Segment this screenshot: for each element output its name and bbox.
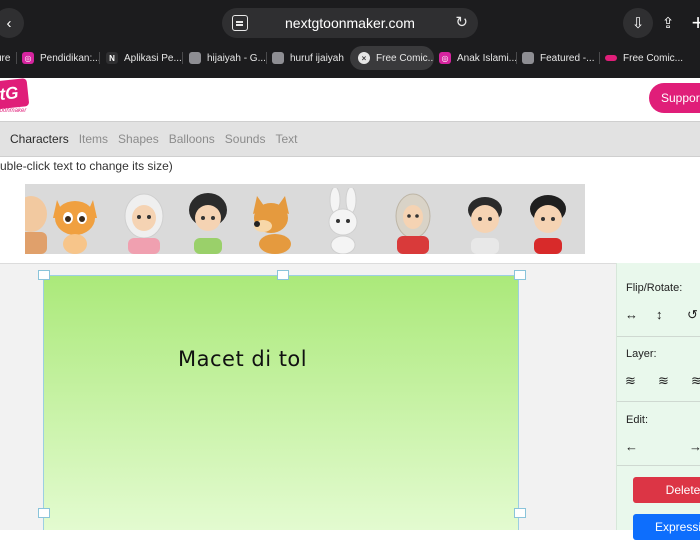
tab-divider	[266, 52, 267, 64]
resize-handle[interactable]	[277, 270, 289, 280]
resize-handle[interactable]	[514, 508, 526, 518]
menu-shapes[interactable]: Shapes	[118, 132, 159, 146]
tab[interactable]: hijaiyah - G...	[189, 46, 266, 70]
arrow-left-icon[interactable]: ←	[625, 439, 638, 454]
menu-text[interactable]: Text	[275, 132, 297, 146]
character-green-shirt-girl[interactable]	[182, 188, 234, 254]
panel-divider	[617, 465, 700, 466]
character-orange-dog[interactable]	[245, 188, 297, 254]
tab-label: Anak Islami...	[457, 52, 518, 64]
page-icon	[189, 52, 201, 64]
close-icon[interactable]: ×	[358, 52, 370, 64]
reader-icon[interactable]	[232, 15, 248, 31]
category-menu: Characters Items Shapes Balloons Sounds …	[0, 121, 700, 157]
character-palette	[25, 184, 585, 254]
logo-text: tG	[0, 83, 20, 104]
tab-label: Free Comic...	[376, 52, 434, 64]
hint-text: uble-click text to change its size)	[0, 159, 173, 173]
character-white-rabbit[interactable]	[317, 188, 369, 254]
tab-divider	[182, 52, 183, 64]
resize-handle[interactable]	[514, 270, 526, 280]
edit-label: Edit:	[626, 414, 649, 426]
flip-vertical-icon[interactable]: ↕	[656, 307, 663, 322]
comic-panel-canvas[interactable]	[43, 275, 519, 530]
tab[interactable]: ◎ Anak Islami...	[439, 46, 517, 70]
character-hijab-girl[interactable]	[118, 188, 170, 254]
n-icon: N	[106, 52, 118, 64]
tab[interactable]: N Aplikasi Pe...	[106, 46, 182, 70]
expressions-button[interactable]: Expressio	[633, 514, 700, 540]
menu-characters[interactable]: Characters	[10, 132, 69, 146]
tab-label: ure	[0, 52, 11, 64]
download-icon: ⇩	[631, 15, 645, 32]
layer-down-icon[interactable]: ≋	[625, 373, 636, 389]
reload-icon[interactable]: ↻	[455, 13, 468, 31]
page-icon	[522, 52, 534, 64]
chevron-left-icon: ‹	[6, 14, 12, 32]
tab-divider	[99, 52, 100, 64]
tab[interactable]: Free Comic...	[605, 46, 683, 70]
logo-subtitle: toonmaker	[0, 108, 27, 114]
menu-balloons[interactable]: Balloons	[169, 132, 215, 146]
tab-divider	[599, 52, 600, 64]
layer-up-icon[interactable]: ≋	[691, 373, 700, 389]
delete-label: Delete	[665, 483, 700, 497]
tab[interactable]: ure	[0, 46, 10, 70]
address-bar[interactable]: nextgtoonmaker.com ↻	[222, 8, 478, 38]
panel-divider	[617, 401, 700, 402]
comic-icon	[605, 55, 617, 61]
tab-label: Featured -...	[540, 52, 595, 64]
download-button[interactable]: ⇩	[623, 8, 653, 38]
browser-toolbar: ‹ nextgtoonmaker.com ↻ ⇩ ⇪ + ure ◎ Pendi…	[0, 0, 700, 78]
arrow-right-icon[interactable]: →	[689, 439, 700, 454]
flip-horizontal-icon[interactable]: ↔	[625, 307, 638, 322]
rotate-icon[interactable]: ↺	[687, 307, 698, 323]
tab-label: Pendidikan:...	[40, 52, 101, 64]
instagram-icon: ◎	[22, 52, 34, 64]
character-boy-red-shirt[interactable]	[522, 188, 574, 254]
expressions-label: Expressio	[655, 520, 700, 534]
share-button[interactable]: ⇪	[653, 8, 683, 38]
panel-divider	[617, 336, 700, 337]
character-boy-white-shirt[interactable]	[459, 188, 511, 254]
resize-handle[interactable]	[38, 508, 50, 518]
share-icon: ⇪	[661, 15, 675, 32]
tab[interactable]: ◎ Pendidikan:...	[22, 46, 101, 70]
tab-label: Free Comic...	[623, 52, 684, 64]
layer-icon[interactable]: ≋	[658, 373, 669, 389]
site-header: tG toonmaker	[0, 78, 700, 120]
character-orange-cat[interactable]	[49, 188, 101, 254]
resize-handle[interactable]	[38, 270, 50, 280]
new-tab-button[interactable]: +	[683, 8, 700, 38]
support-button[interactable]: Support	[649, 83, 700, 113]
back-button[interactable]: ‹	[0, 8, 24, 38]
tab-bar: ure ◎ Pendidikan:... N Aplikasi Pe... hi…	[0, 46, 700, 70]
tab-divider	[16, 52, 17, 64]
canvas-text-element[interactable]: Macet di tol	[178, 347, 307, 371]
site-logo[interactable]: tG	[0, 78, 30, 110]
menu-sounds[interactable]: Sounds	[225, 132, 266, 146]
tab[interactable]: huruf ijaiyah	[272, 46, 344, 70]
character-hijab-woman[interactable]	[387, 188, 439, 254]
page-icon	[272, 52, 284, 64]
delete-button[interactable]: Delete	[633, 477, 700, 503]
menu-items[interactable]: Items	[79, 132, 108, 146]
tab-active[interactable]: × Free Comic...	[350, 46, 434, 70]
tab[interactable]: Featured -...	[522, 46, 594, 70]
tab-label: Aplikasi Pe...	[124, 52, 182, 64]
layer-label: Layer:	[626, 348, 657, 360]
plus-icon: +	[691, 10, 700, 35]
instagram-icon: ◎	[439, 52, 451, 64]
flip-rotate-label: Flip/Rotate:	[626, 282, 683, 294]
support-label: Support	[661, 91, 700, 105]
tab-label: huruf ijaiyah	[290, 52, 344, 64]
tab-divider	[516, 52, 517, 64]
tab-label: hijaiyah - G...	[207, 52, 266, 64]
url-text: nextgtoonmaker.com	[285, 15, 415, 31]
